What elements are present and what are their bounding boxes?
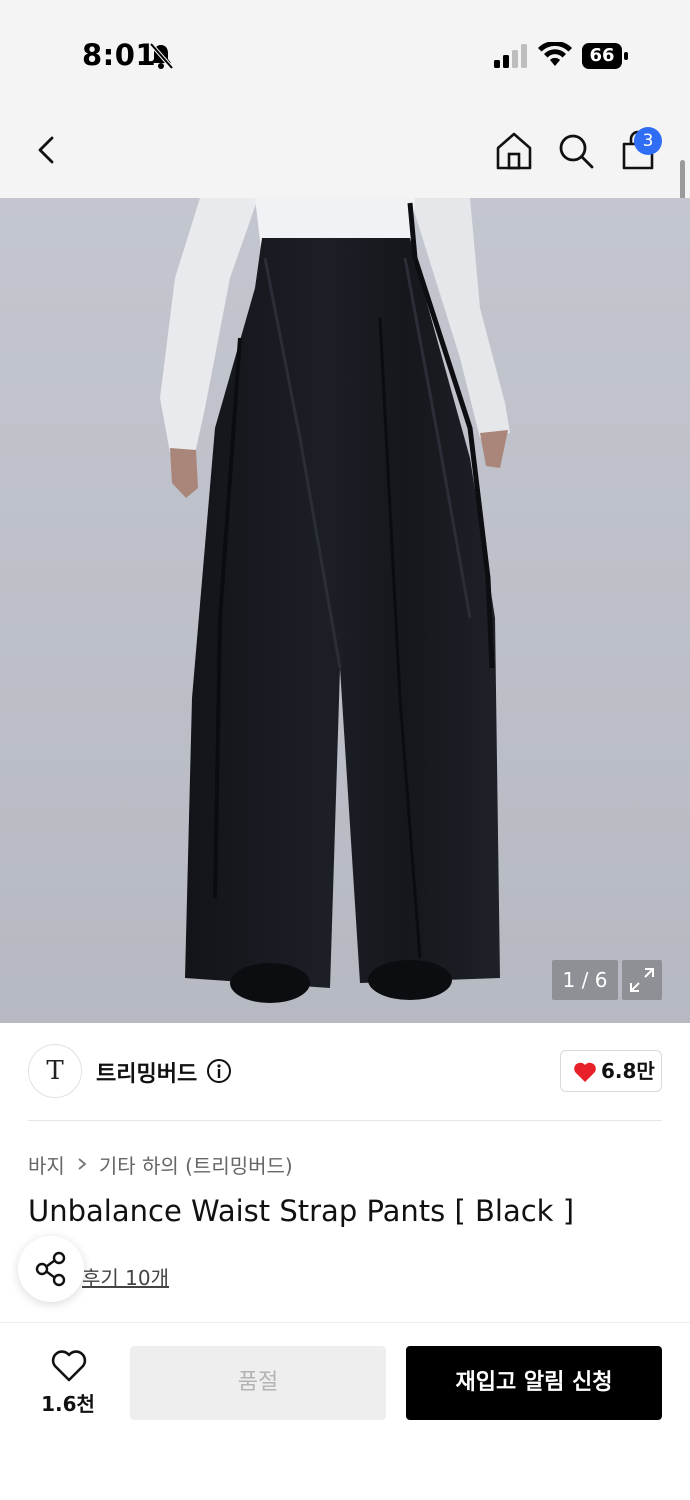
- battery-level: 66: [589, 45, 615, 66]
- status-bar: 8:01 66: [0, 0, 690, 100]
- heart-filled-icon: [574, 1062, 596, 1082]
- brand-like-button[interactable]: 6.8만: [560, 1050, 662, 1092]
- brand-name[interactable]: 트리밍버드: [96, 1056, 197, 1088]
- breadcrumb-item[interactable]: 바지: [28, 1150, 65, 1179]
- breadcrumb: 바지 기타 하의 (트리밍버드): [28, 1150, 293, 1178]
- wish-count: 1.6천: [41, 1392, 95, 1416]
- review-link[interactable]: 후기 10개: [82, 1262, 169, 1291]
- info-icon[interactable]: [206, 1058, 232, 1084]
- share-button[interactable]: [18, 1236, 84, 1302]
- cart-count-badge[interactable]: 3: [634, 127, 662, 155]
- restock-alert-button[interactable]: 재입고 알림 신청: [406, 1346, 662, 1420]
- expand-button[interactable]: [622, 960, 662, 1000]
- home-icon[interactable]: [494, 130, 534, 172]
- product-image[interactable]: [0, 198, 690, 1023]
- soldout-button: 품절: [130, 1346, 386, 1420]
- app-header: [0, 100, 690, 198]
- divider: [28, 1120, 662, 1121]
- back-arrow-icon[interactable]: [30, 130, 66, 170]
- expand-icon: [630, 968, 654, 992]
- brand-like-count: 6.8만: [601, 1059, 655, 1083]
- image-counter: 1 / 6: [552, 960, 618, 1000]
- heart-outline-icon[interactable]: [50, 1348, 88, 1384]
- signal-icon: [494, 44, 527, 68]
- status-time: 8:01: [82, 38, 157, 72]
- product-title: Unbalance Waist Strap Pants [ Black ]: [28, 1194, 575, 1228]
- search-icon[interactable]: [556, 130, 596, 172]
- share-icon: [35, 1251, 66, 1287]
- bottom-bar-divider: [0, 1322, 690, 1323]
- chevron-right-icon: [78, 1158, 87, 1170]
- breadcrumb-item[interactable]: 기타 하의 (트리밍버드): [99, 1150, 293, 1179]
- battery-icon: 66: [582, 43, 630, 69]
- brand-logo[interactable]: T: [28, 1044, 82, 1098]
- bell-slash-icon: [149, 42, 174, 70]
- wifi-icon: [538, 42, 572, 66]
- product-photo-illustration: [160, 198, 510, 1003]
